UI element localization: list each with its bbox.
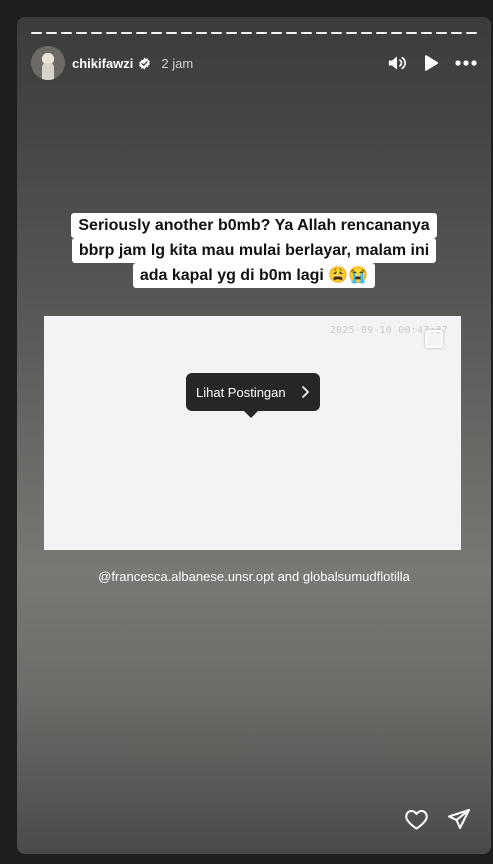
paper-plane-icon[interactable] [447,808,471,830]
multi-post-icon [425,330,443,348]
progress-segment [436,32,447,34]
progress-segment [121,32,132,34]
progress-segment [391,32,402,34]
progress-segment [466,32,477,34]
progress-segment [166,32,177,34]
progress-segment [286,32,297,34]
progress-segment [76,32,87,34]
progress-segment [61,32,72,34]
mentions: @francesca.albanese.unsr.opt and globals… [17,569,491,584]
progress-segment [316,32,327,34]
chevron-right-icon [302,386,309,398]
view-post-button[interactable]: Lihat Postingan [186,373,320,418]
caption-line: ada kapal yg di b0m lagi 😩😭 [132,263,376,288]
play-icon[interactable] [423,54,439,72]
progress-segment [271,32,282,34]
progress-segment [241,32,252,34]
mention-joiner: and [277,569,300,584]
progress-segment [106,32,117,34]
header-actions [387,54,477,72]
progress-segment [361,32,372,34]
progress-segment [136,32,147,34]
progress-segment [91,32,102,34]
story-viewer[interactable]: chikifawzi 2 jam Seriously another b0mb?… [17,17,491,854]
progress-segment [406,32,417,34]
progress-segment [151,32,162,34]
progress-segment [226,32,237,34]
progress-segment [196,32,207,34]
progress-segment [451,32,462,34]
progress-segment [346,32,357,34]
mention-link[interactable]: @francesca.albanese.unsr.opt [98,569,274,584]
heart-icon[interactable] [404,808,429,830]
progress-segment [181,32,192,34]
progress-segment [331,32,342,34]
story-caption: Seriously another b0mb? Ya Allah rencana… [17,213,491,288]
story-header: chikifawzi 2 jam [31,45,477,81]
progress-segment [421,32,432,34]
view-post-label: Lihat Postingan [196,384,286,400]
speaker-icon[interactable] [387,54,407,72]
caption-line: Seriously another b0mb? Ya Allah rencana… [71,213,437,238]
post-time: 2 jam [161,55,194,71]
progress-segment [31,32,42,34]
progress-segment [211,32,222,34]
shared-post-card[interactable]: 2025-09-10 00:47:37 [44,316,461,550]
more-dots-icon[interactable] [455,60,477,66]
progress-bar [31,32,477,35]
username[interactable]: chikifawzi [72,56,133,71]
avatar[interactable] [31,46,65,80]
progress-segment [376,32,387,34]
progress-segment [301,32,312,34]
verified-badge-icon [138,57,151,70]
caption-line: bbrp jam lg kita mau mulai berlayar, mal… [71,238,437,263]
story-footer-actions [404,808,471,830]
progress-segment [46,32,57,34]
progress-segment [256,32,267,34]
mention-link[interactable]: globalsumudflotilla [303,569,410,584]
